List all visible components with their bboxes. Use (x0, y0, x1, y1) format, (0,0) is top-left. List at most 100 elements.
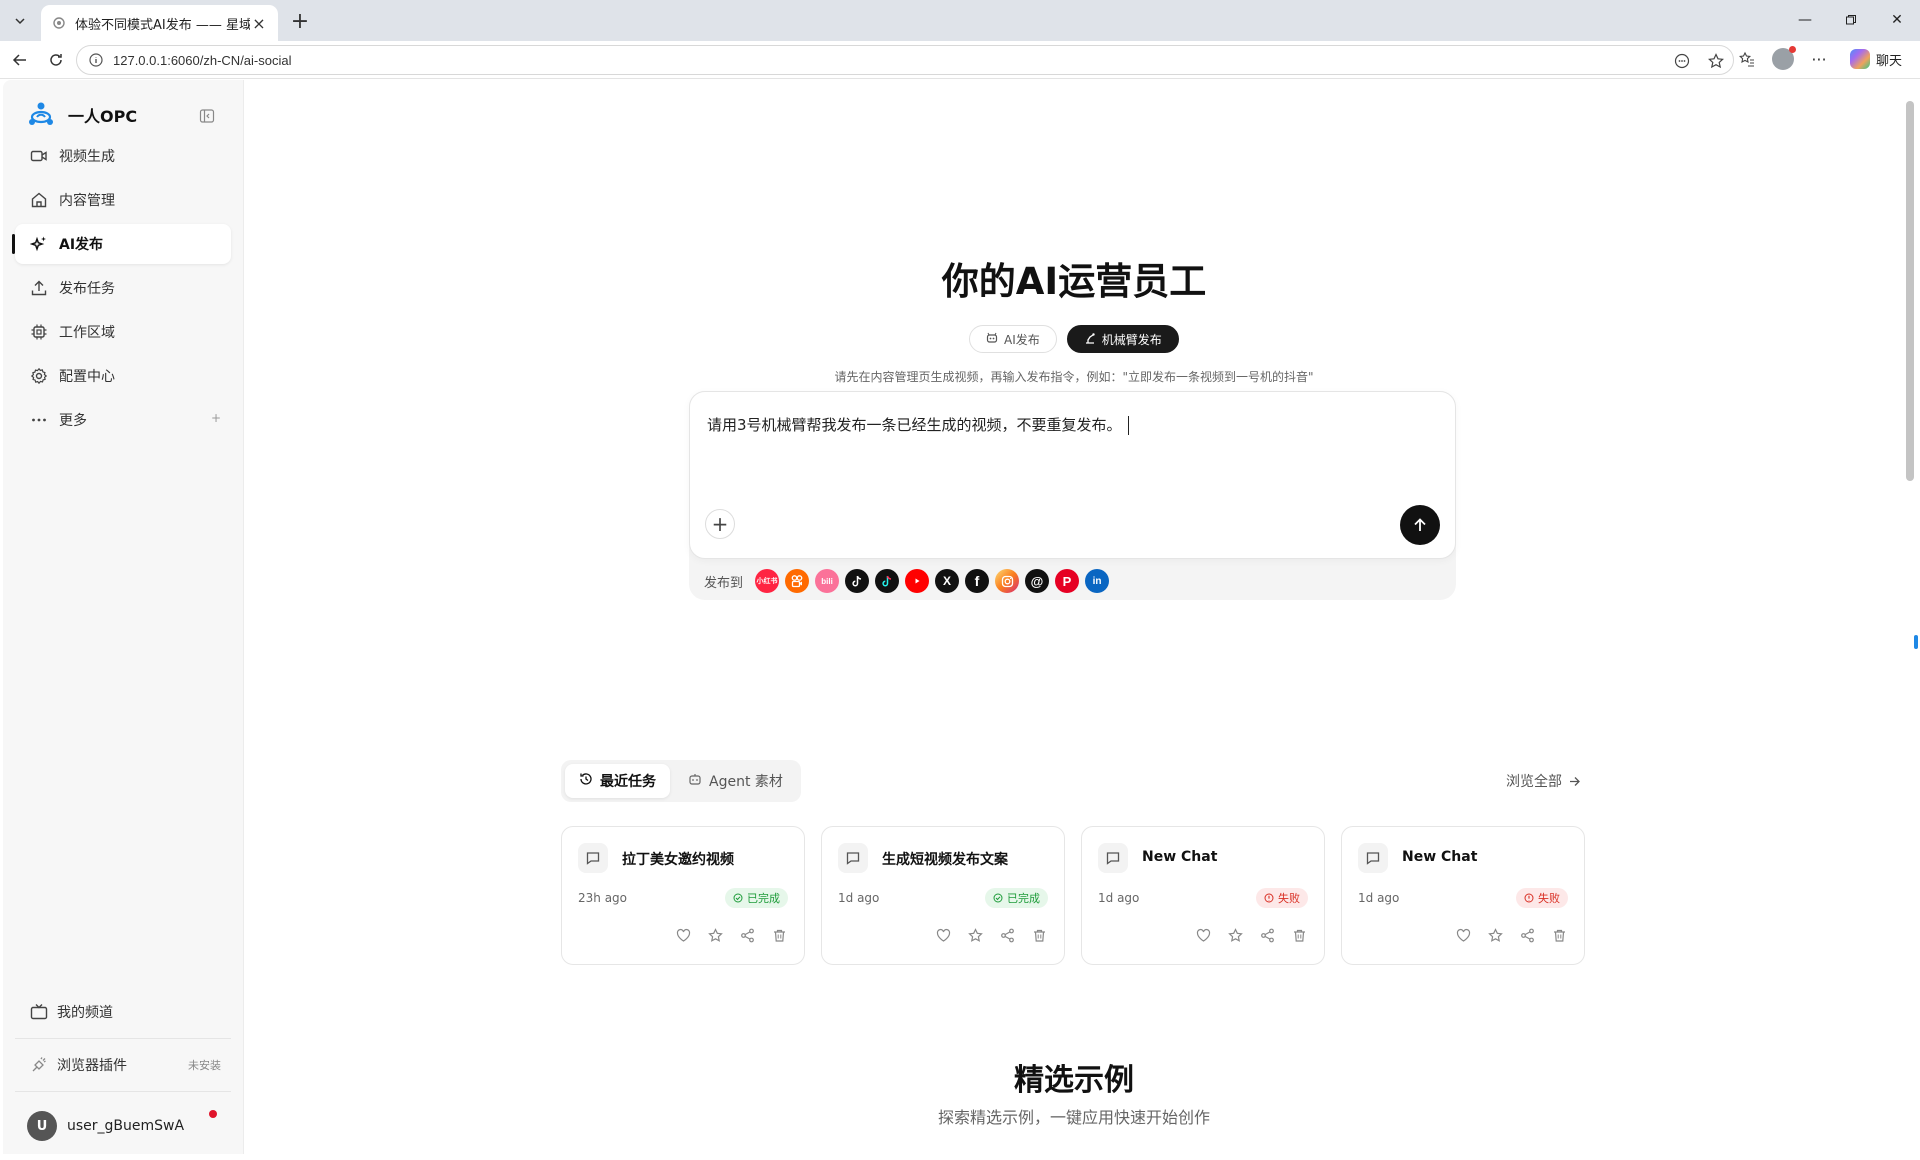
my-channel-item[interactable]: 我的频道 (15, 992, 231, 1032)
browser-tab[interactable]: 体验不同模式AI发布 —— 星域 × (41, 5, 278, 41)
tab-list-button[interactable] (8, 9, 32, 33)
profile-avatar[interactable] (1771, 46, 1796, 70)
brand-logo-icon (24, 98, 58, 132)
heart-icon[interactable] (1454, 926, 1472, 944)
prompt-text: 请用3号机械臂帮我发布一条已经生成的视频，不要重复发布。 (707, 416, 1122, 434)
prompt-text-wrapper: 请用3号机械臂帮我发布一条已经生成的视频，不要重复发布。 (707, 414, 1129, 435)
tv-icon (29, 1002, 49, 1022)
kuaishou-icon[interactable] (785, 569, 810, 593)
tiktok-icon[interactable] (845, 569, 870, 593)
brand[interactable]: 一人OPC (24, 98, 137, 132)
tab-robot-arm-publish[interactable]: 机械臂发布 (1066, 325, 1179, 353)
sidebar-item-label: 内容管理 (59, 193, 115, 209)
trash-icon[interactable] (770, 926, 788, 944)
new-tab-button[interactable]: + (288, 9, 312, 34)
history-icon (579, 772, 593, 790)
alert-circle-icon (1264, 893, 1274, 903)
reload-button[interactable] (44, 48, 68, 72)
chevron-down-icon (15, 18, 25, 25)
star-icon[interactable] (706, 926, 724, 944)
gear-icon (29, 366, 49, 386)
notification-dot (209, 1110, 217, 1118)
copilot-chat-button[interactable]: 聊天 (1844, 47, 1908, 71)
plugin-status: 未安装 (188, 1059, 221, 1072)
minimize-icon[interactable]: — (1782, 0, 1828, 40)
sidebar-menu: 视频生成 内容管理 AI发布 发布任务 工作区域 配置中心 更多 + (12, 136, 231, 444)
sidebar-item-ai-publish[interactable]: AI发布 (12, 224, 231, 264)
send-button[interactable] (1400, 505, 1440, 545)
status-text: 已完成 (1007, 892, 1040, 905)
sidebar-item-publish-tasks[interactable]: 发布任务 (15, 268, 231, 308)
sidebar-item-content[interactable]: 内容管理 (15, 180, 231, 220)
brand-name: 一人OPC (68, 107, 138, 126)
sidebar-item-video[interactable]: 视频生成 (15, 136, 231, 176)
tab-agent-assets[interactable]: Agent 素材 (674, 764, 797, 798)
prompt-input[interactable]: 请用3号机械臂帮我发布一条已经生成的视频，不要重复发布。 + (689, 391, 1456, 559)
publish-label: 发布到 (704, 575, 744, 591)
status-text: 失败 (1278, 892, 1300, 905)
share-icon[interactable] (1258, 926, 1276, 944)
browser-plugin-item[interactable]: 浏览器插件 未安装 (15, 1045, 231, 1085)
douyin-icon[interactable] (875, 569, 900, 593)
browse-all-link[interactable]: 浏览全部 (1506, 771, 1581, 791)
attach-button[interactable]: + (705, 509, 735, 539)
task-card[interactable]: 拉丁美女邀约视频 23h ago 已完成 (561, 826, 805, 965)
video-camera-icon (29, 146, 49, 166)
facebook-icon[interactable]: f (965, 569, 990, 593)
avatar: U (27, 1111, 57, 1141)
sidebar-item-more[interactable]: 更多 + (15, 400, 231, 440)
instagram-icon[interactable] (995, 569, 1020, 593)
x-icon[interactable]: X (935, 569, 960, 593)
page-scrollbar[interactable] (1906, 83, 1914, 1153)
back-button[interactable] (8, 48, 32, 72)
favorite-star-icon[interactable] (1705, 50, 1727, 72)
heart-icon[interactable] (934, 926, 952, 944)
user-profile[interactable]: U user_gBuemSwA (15, 1098, 231, 1154)
card-actions (1194, 926, 1308, 944)
task-card[interactable]: New Chat 1d ago 失败 (1341, 826, 1585, 965)
more-menu-icon[interactable]: ··· (1808, 48, 1830, 70)
favorites-list-icon[interactable] (1736, 48, 1758, 70)
scrollbar-thumb[interactable] (1906, 101, 1914, 481)
xiaohongshu-icon[interactable]: 小红书 (755, 569, 780, 593)
heart-icon[interactable] (1194, 926, 1212, 944)
status-text: 失败 (1538, 892, 1560, 905)
star-icon[interactable] (1226, 926, 1244, 944)
linkedin-icon[interactable]: in (1085, 569, 1110, 593)
sidebar-item-workspace[interactable]: 工作区域 (15, 312, 231, 352)
tab-recent-tasks[interactable]: 最近任务 (565, 764, 670, 798)
main-content: 你的AI运营员工 AI发布 机械臂发布 请先在内容管理页生成视频，再输入发布指令… (244, 79, 1904, 1160)
tab-label: Agent 素材 (709, 774, 783, 790)
bilibili-icon[interactable]: bili (815, 569, 840, 593)
arrow-up-icon (1414, 518, 1426, 531)
task-title: New Chat (1402, 849, 1478, 865)
robot-face-icon (986, 332, 998, 347)
trash-icon[interactable] (1550, 926, 1568, 944)
home-icon (29, 190, 49, 210)
expand-plus-icon[interactable]: + (211, 411, 221, 425)
share-icon[interactable] (738, 926, 756, 944)
trash-icon[interactable] (1290, 926, 1308, 944)
site-info-icon[interactable] (87, 51, 105, 69)
star-icon[interactable] (1486, 926, 1504, 944)
star-icon[interactable] (966, 926, 984, 944)
url-field[interactable]: 127.0.0.1:6060/zh-CN/ai-social (76, 45, 1734, 75)
browse-all-label: 浏览全部 (1506, 774, 1562, 790)
close-window-icon[interactable]: ✕ (1874, 0, 1920, 40)
restore-icon[interactable] (1828, 0, 1874, 40)
task-card[interactable]: 生成短视频发布文案 1d ago 已完成 (821, 826, 1065, 965)
youtube-icon[interactable] (905, 569, 930, 593)
reader-mode-icon[interactable] (1671, 50, 1693, 72)
pinterest-icon[interactable]: P (1055, 569, 1080, 593)
heart-icon[interactable] (674, 926, 692, 944)
share-icon[interactable] (998, 926, 1016, 944)
threads-icon[interactable]: @ (1025, 569, 1050, 593)
tab-ai-publish[interactable]: AI发布 (969, 325, 1057, 353)
tab-close-icon[interactable]: × (250, 14, 268, 33)
share-icon[interactable] (1518, 926, 1536, 944)
trash-icon[interactable] (1030, 926, 1048, 944)
featured-title: 精选示例 (1014, 1063, 1134, 1098)
sidebar-collapse-icon[interactable] (198, 107, 216, 125)
sidebar-item-config[interactable]: 配置中心 (15, 356, 231, 396)
task-card[interactable]: New Chat 1d ago 失败 (1081, 826, 1325, 965)
